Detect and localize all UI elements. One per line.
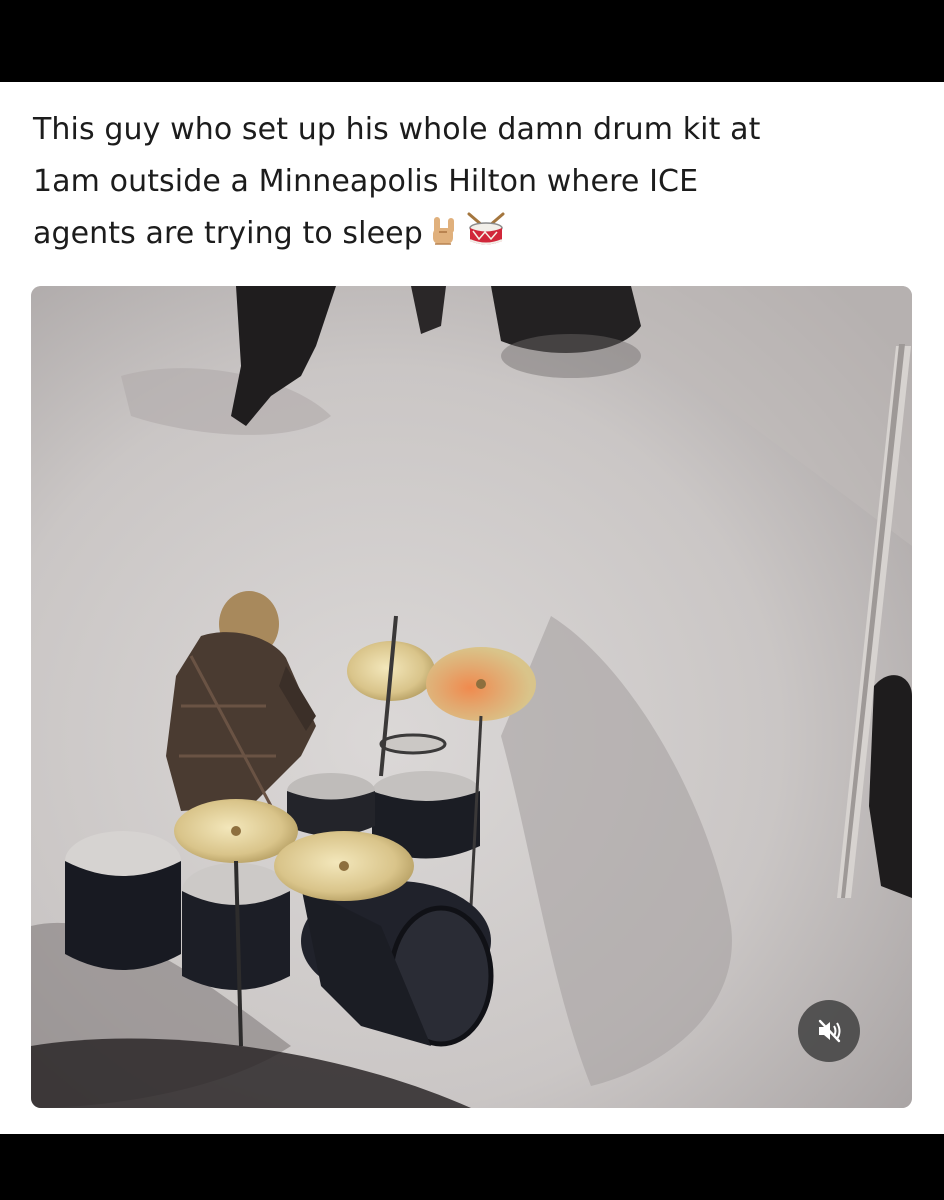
caption-line-text: agents are trying to sleep — [33, 216, 423, 251]
drum-emoji — [465, 211, 507, 266]
post-card: This guy who set up his whole damn drum … — [0, 82, 944, 1134]
rock-hand-emoji — [427, 214, 461, 266]
post-caption: This guy who set up his whole damn drum … — [33, 104, 913, 266]
mute-button[interactable] — [798, 1000, 860, 1062]
video-frame — [31, 286, 912, 1108]
video-player[interactable] — [31, 286, 912, 1108]
speaker-muted-icon — [818, 1019, 841, 1043]
caption-line: agents are trying to sleep — [33, 208, 913, 266]
caption-line: This guy who set up his whole damn drum … — [33, 112, 761, 147]
top-black-bar — [0, 0, 944, 82]
caption-line: 1am outside a Minneapolis Hilton where I… — [33, 164, 699, 199]
bottom-black-bar — [0, 1134, 944, 1200]
